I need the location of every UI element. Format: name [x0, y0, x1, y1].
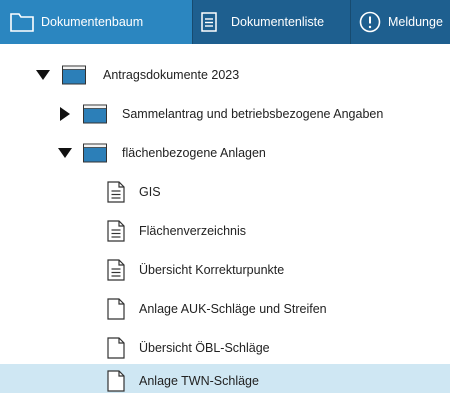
tree-node-document[interactable]: Übersicht ÖBL-Schläge	[0, 331, 450, 365]
tree-node-label: Antragsdokumente 2023	[103, 68, 240, 82]
document-blank-icon	[107, 337, 125, 359]
tab-label: Dokumentenbaum	[41, 15, 144, 29]
document-lines-icon	[107, 259, 125, 281]
tree-node-label: Anlage AUK-Schläge und Streifen	[139, 302, 327, 316]
tree-node-label: Übersicht ÖBL-Schläge	[139, 341, 270, 355]
expand-arrow-icon[interactable]	[58, 146, 72, 160]
document-blank-icon	[107, 370, 125, 392]
alert-circle-icon	[359, 11, 381, 33]
folder-icon	[10, 12, 34, 32]
tree-node-document[interactable]: Übersicht Korrekturpunkte	[0, 253, 450, 287]
tree-node-flaechenbezogene-anlagen[interactable]: flächenbezogene Anlagen	[0, 136, 450, 170]
tree-node-antragsdokumente[interactable]: Antragsdokumente 2023	[0, 58, 450, 92]
tab-dokumentenbaum[interactable]: Dokumentenbaum	[0, 0, 192, 44]
list-document-icon	[201, 12, 217, 32]
document-lines-icon	[107, 220, 125, 242]
folder-icon	[83, 104, 107, 124]
tab-label: Meldunge	[388, 15, 443, 29]
folder-icon	[62, 65, 86, 85]
collapse-arrow-icon[interactable]	[58, 107, 72, 121]
expand-arrow-icon[interactable]	[36, 68, 50, 82]
tree-node-label: flächenbezogene Anlagen	[122, 146, 266, 160]
document-lines-icon	[107, 181, 125, 203]
tab-bar: Dokumentenbaum Dokumentenliste Meldunge	[0, 0, 450, 44]
tree-node-label: Übersicht Korrekturpunkte	[139, 263, 285, 277]
tree-node-document[interactable]: Flächenverzeichnis	[0, 214, 450, 248]
tree-node-label: Anlage TWN-Schläge	[139, 374, 259, 388]
tree-node-label: GIS	[139, 185, 161, 199]
tree-node-document[interactable]: GIS	[0, 175, 450, 209]
document-blank-icon	[107, 298, 125, 320]
tree-node-sammelantrag[interactable]: Sammelantrag und betriebsbezogene Angabe…	[0, 97, 450, 131]
tab-dokumentenliste[interactable]: Dokumentenliste	[192, 0, 350, 44]
tab-label: Dokumentenliste	[231, 15, 325, 29]
folder-icon	[83, 143, 107, 163]
tree-node-label: Flächenverzeichnis	[139, 224, 246, 238]
tab-meldungen[interactable]: Meldunge	[350, 0, 450, 44]
tree-node-document-selected[interactable]: Anlage TWN-Schläge	[0, 364, 450, 393]
tree-node-document[interactable]: Anlage AUK-Schläge und Streifen	[0, 292, 450, 326]
tree-node-label: Sammelantrag und betriebsbezogene Angabe…	[122, 107, 384, 121]
